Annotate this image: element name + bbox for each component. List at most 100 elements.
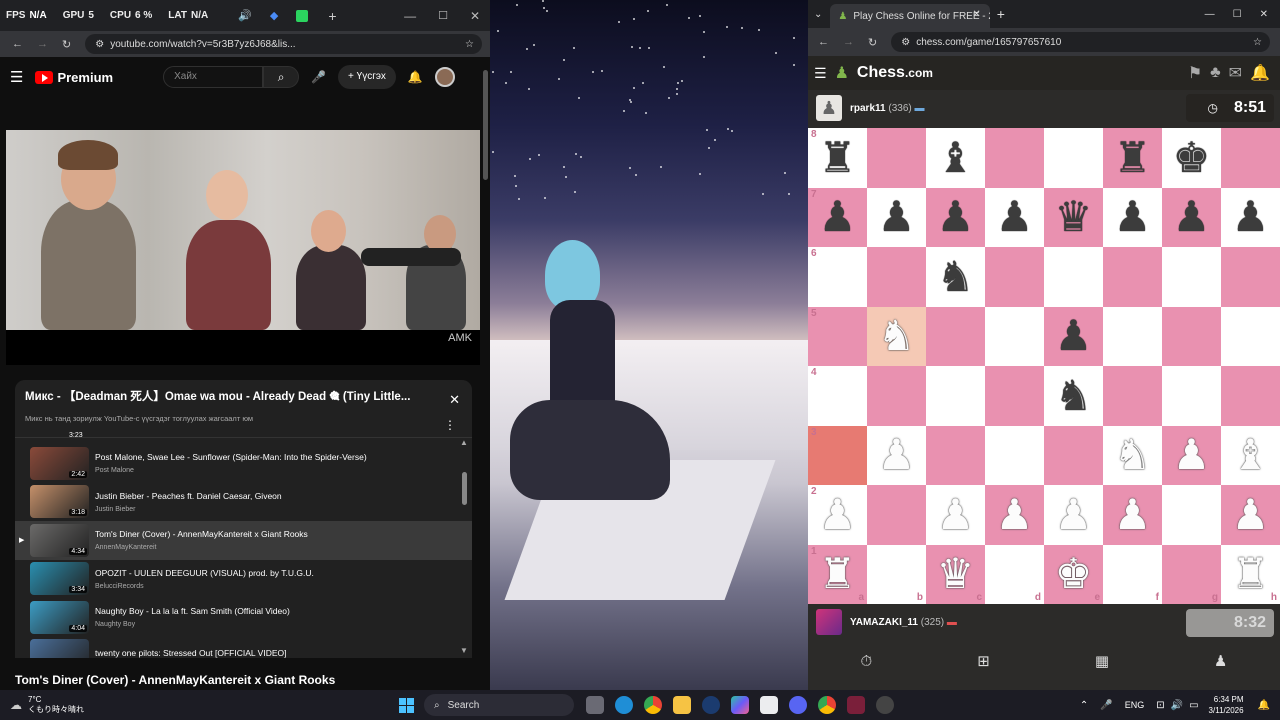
settings-icon[interactable]: [876, 696, 894, 714]
new-tab-button[interactable]: +: [997, 6, 1005, 22]
chess-tab[interactable]: ♟ Play Chess Online for FREE - 2: [830, 4, 991, 28]
taskbar-search[interactable]: ⌕ Search: [424, 694, 574, 716]
close-playlist-icon[interactable]: ✕: [449, 392, 460, 408]
board-square[interactable]: ♞: [926, 247, 985, 307]
battery-icon[interactable]: ▭: [1189, 700, 1198, 711]
more-options-icon[interactable]: ⋮: [444, 418, 456, 432]
white-pawn-icon[interactable]: ♟: [1173, 434, 1211, 476]
board-square[interactable]: [1221, 306, 1280, 366]
board-square[interactable]: [926, 425, 985, 485]
board-square[interactable]: ♟: [926, 187, 985, 247]
discord-icon[interactable]: [789, 696, 807, 714]
board-square[interactable]: ♟: [1221, 485, 1280, 545]
white-pawn-icon[interactable]: ♟: [1114, 493, 1152, 536]
board-square[interactable]: 6: [808, 247, 867, 307]
messages-icon[interactable]: ✉: [1229, 63, 1242, 83]
minimize-button[interactable]: —: [1205, 9, 1215, 20]
playlist-thumbnail[interactable]: 3:34: [30, 562, 89, 596]
chrome-icon[interactable]: [644, 696, 662, 714]
volume-icon[interactable]: 🔊: [1171, 700, 1183, 711]
board-square[interactable]: ♛ c: [926, 544, 985, 604]
board-square[interactable]: ♝: [926, 128, 985, 188]
youtube-logo[interactable]: Premium: [35, 70, 113, 85]
network-icon[interactable]: ⊡: [1156, 700, 1164, 711]
board-square[interactable]: ♟: [1103, 187, 1162, 247]
board-square[interactable]: [926, 306, 985, 366]
board-square[interactable]: ♚ e: [1044, 544, 1103, 604]
forward-icon[interactable]: →: [843, 36, 854, 48]
bottom-player-name[interactable]: YAMAZAKI_11: [850, 617, 918, 628]
site-info-icon[interactable]: ⚙: [95, 39, 104, 50]
board-square[interactable]: [867, 128, 926, 188]
board-square[interactable]: [985, 306, 1044, 366]
board-square[interactable]: ♞: [867, 306, 926, 366]
board-square[interactable]: f: [1103, 544, 1162, 604]
board-square[interactable]: [1221, 366, 1280, 426]
board-square[interactable]: [1103, 366, 1162, 426]
board-square[interactable]: [985, 366, 1044, 426]
board-square[interactable]: [1044, 247, 1103, 307]
board-square[interactable]: ♟: [1103, 485, 1162, 545]
white-bishop-icon[interactable]: ♝: [1232, 434, 1270, 476]
copilot-icon[interactable]: [731, 696, 749, 714]
youtube-address-bar[interactable]: ⚙ youtube.com/watch?v=5r3B7yz6J68&lis...…: [85, 34, 482, 54]
bookmark-star-icon[interactable]: ☆: [1253, 37, 1262, 48]
board-square[interactable]: ♚: [1162, 128, 1221, 188]
board-square[interactable]: ♟: [867, 425, 926, 485]
board-square[interactable]: ♜: [1103, 128, 1162, 188]
board-square[interactable]: ♟ 2: [808, 485, 867, 545]
close-window-button[interactable]: ✕: [470, 9, 480, 23]
black-bishop-icon[interactable]: ♝: [937, 136, 975, 179]
black-pawn-icon[interactable]: ♟: [819, 196, 857, 238]
black-pawn-icon[interactable]: ♟: [996, 196, 1034, 238]
board-square[interactable]: ♝: [1221, 425, 1280, 485]
tab-search-icon[interactable]: ⌄: [814, 9, 822, 20]
chess-board[interactable]: ♜ 8 ♝ ♜ ♚ ♟ 7 ♟ ♟ ♟ ♛ ♟ ♟ ♟ 6 ♞ 5 ♞ ♟ 4 ♞ 3 ♟ ♞ ♟ ♝ ♟ 2 ♟ ♟ ♟ ♟ ♟ ♜ 1 a b ♛ c d…: [808, 128, 1280, 604]
board-square[interactable]: ♞: [1044, 366, 1103, 426]
black-pawn-icon[interactable]: ♟: [1232, 196, 1270, 238]
board-square[interactable]: ♛: [1044, 187, 1103, 247]
board-square[interactable]: ♟: [926, 485, 985, 545]
board-square[interactable]: ♞: [1103, 425, 1162, 485]
board-square[interactable]: [1162, 485, 1221, 545]
file-explorer-icon[interactable]: [673, 696, 691, 714]
board-square[interactable]: ♟: [1162, 425, 1221, 485]
user-avatar[interactable]: [434, 67, 455, 87]
video-player[interactable]: AMK: [6, 130, 480, 365]
board-square[interactable]: [926, 366, 985, 426]
speaker-icon[interactable]: 🔊: [238, 9, 252, 22]
board-square[interactable]: [1221, 247, 1280, 307]
app-icon[interactable]: [847, 696, 865, 714]
reload-icon[interactable]: ↻: [62, 38, 71, 51]
notifications-icon[interactable]: ⚑: [1188, 63, 1202, 83]
bookmark-star-icon[interactable]: ☆: [465, 39, 474, 50]
board-square[interactable]: [1162, 247, 1221, 307]
menu-icon[interactable]: ☰: [814, 65, 827, 82]
board-square[interactable]: 4: [808, 366, 867, 426]
task-view-icon[interactable]: [586, 696, 604, 714]
white-pawn-icon[interactable]: ♟: [819, 493, 857, 536]
white-pawn-icon[interactable]: ♟: [878, 434, 916, 476]
steam-icon[interactable]: [702, 696, 720, 714]
playlist-item[interactable]: 3:34 OPOZIT - UULEN DEEGUUR (VISUAL) prod…: [15, 560, 472, 599]
board-square[interactable]: [867, 485, 926, 545]
white-queen-icon[interactable]: ♛: [937, 553, 975, 595]
white-pawn-icon[interactable]: ♟: [937, 493, 975, 536]
back-icon[interactable]: ←: [818, 36, 829, 48]
black-knight-icon[interactable]: ♞: [937, 255, 975, 298]
playlist-item[interactable]: 4:04 Naughty Boy - La la la ft. Sam Smith…: [15, 598, 472, 637]
edge-icon[interactable]: [615, 696, 633, 714]
start-icon[interactable]: [399, 697, 414, 713]
board-square[interactable]: g: [1162, 544, 1221, 604]
board-square[interactable]: [867, 366, 926, 426]
white-pawn-icon[interactable]: ♟: [1055, 493, 1093, 536]
black-rook-icon[interactable]: ♜: [819, 136, 857, 179]
chevron-up-icon[interactable]: ⌃: [1080, 700, 1088, 711]
board-square[interactable]: [985, 128, 1044, 188]
board-square[interactable]: ♟: [1044, 485, 1103, 545]
minimize-button[interactable]: —: [404, 9, 416, 23]
chess-address-bar[interactable]: ⚙ chess.com/game/165797657610 ☆: [891, 32, 1270, 52]
board-square[interactable]: [1221, 128, 1280, 188]
black-pawn-icon[interactable]: ♟: [1055, 315, 1093, 357]
forward-icon[interactable]: →: [37, 38, 48, 50]
